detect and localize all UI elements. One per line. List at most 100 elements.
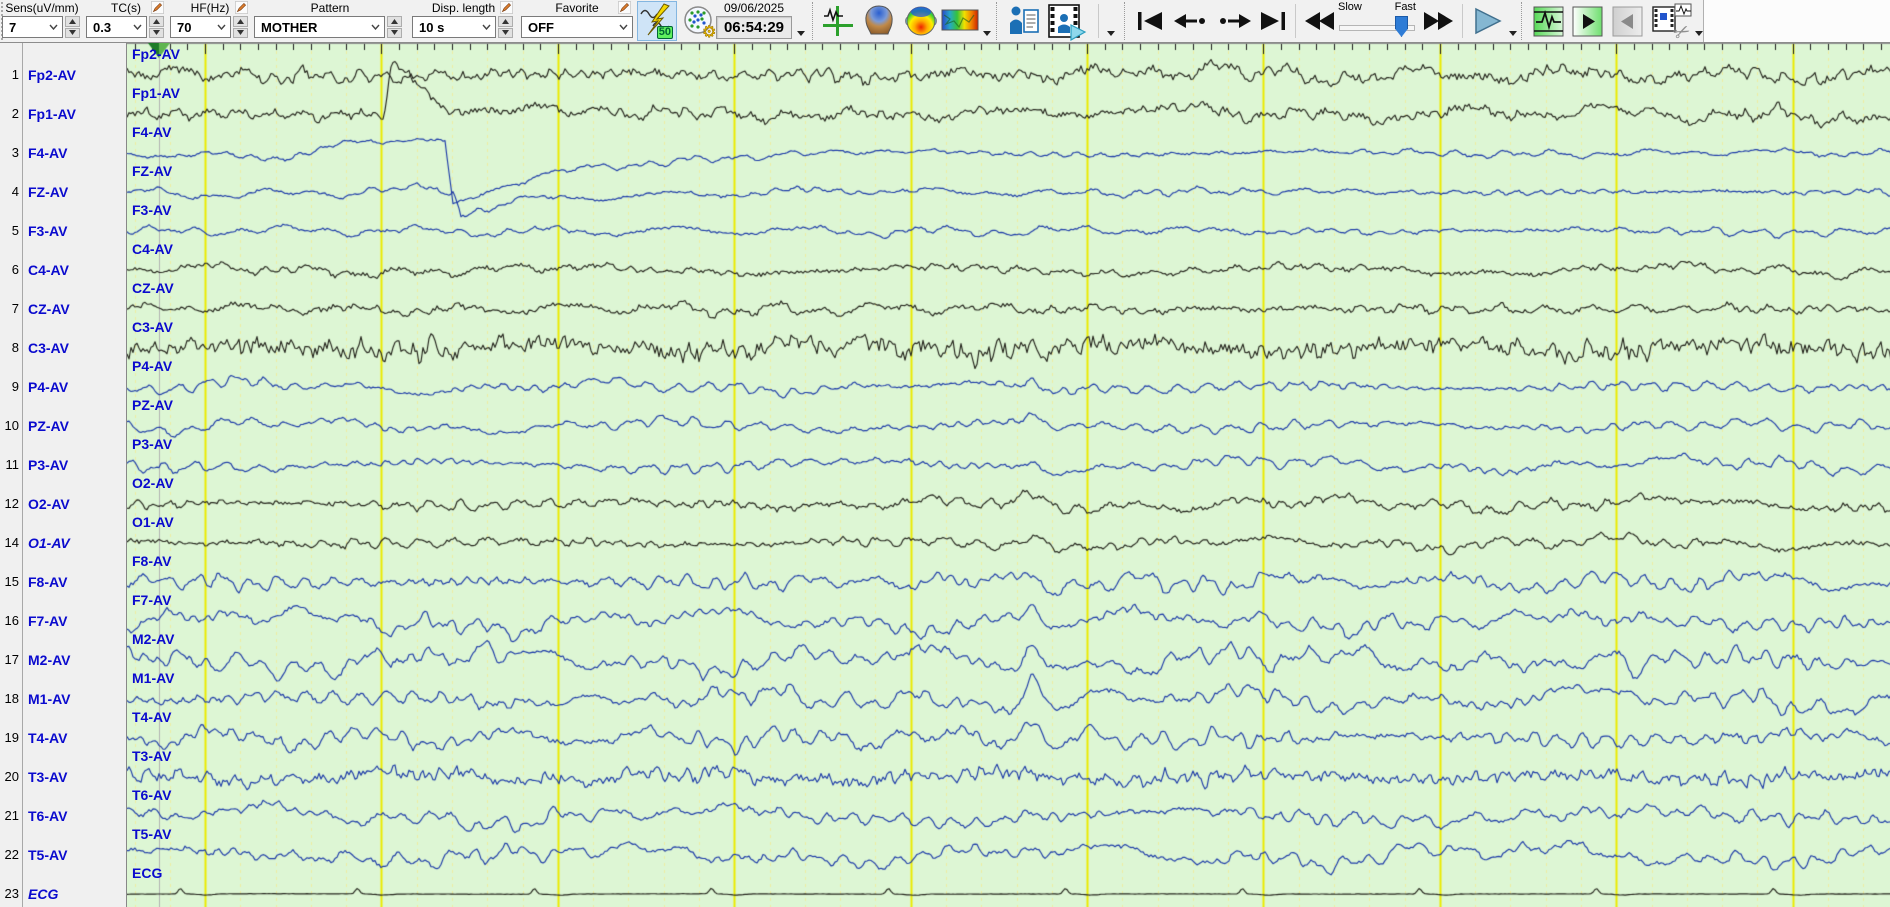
trace-label: FZ-AV <box>132 163 173 179</box>
topography-map-button[interactable] <box>902 3 940 39</box>
channel-row[interactable]: 20 T3-AV <box>0 767 126 787</box>
toolbar-separator <box>996 2 997 40</box>
channel-row[interactable]: 7 CZ-AV <box>0 299 126 319</box>
channel-row[interactable]: 11 P3-AV <box>0 455 126 475</box>
maps-more-arrow[interactable] <box>982 28 992 38</box>
sensitivity-spin-up[interactable] <box>65 16 80 27</box>
edit-pencil-icon[interactable] <box>500 1 513 17</box>
patient-info-button[interactable] <box>1006 3 1042 39</box>
display-length-select[interactable]: 10 s <box>412 16 496 38</box>
ac-filter-50hz-button[interactable]: 50 <box>637 1 677 41</box>
channel-row[interactable]: 8 C3-AV <box>0 338 126 358</box>
channel-row[interactable]: 12 O2-AV <box>0 494 126 514</box>
trace-label: T4-AV <box>132 709 172 725</box>
go-to-start-button[interactable] <box>1133 6 1167 36</box>
channel-row[interactable]: 10 PZ-AV <box>0 416 126 436</box>
channel-number: 21 <box>4 808 19 823</box>
display-length-spin-down[interactable] <box>498 27 513 38</box>
channel-label: T3-AV <box>28 769 68 785</box>
channel-row[interactable]: 1 Fp2-AV <box>0 65 126 85</box>
trace-label: F8-AV <box>132 553 172 569</box>
video-playback-button[interactable] <box>1044 2 1088 42</box>
go-to-end-button[interactable] <box>1256 6 1290 36</box>
pattern-select[interactable]: MOTHER <box>254 16 385 38</box>
trace-label: PZ-AV <box>132 397 173 413</box>
trace-label: F4-AV <box>132 124 172 140</box>
hf-control: HF(Hz) 70 <box>170 1 250 38</box>
datetime-display: 09/06/2025 06:54:29 <box>716 1 792 39</box>
hf-spin-up[interactable] <box>233 16 248 27</box>
edit-pencil-icon[interactable] <box>618 1 631 17</box>
channel-row[interactable]: 18 M1-AV <box>0 689 126 709</box>
channel-number: 14 <box>4 535 19 550</box>
datetime-more-arrow[interactable] <box>796 28 806 38</box>
sensitivity-select[interactable]: 7 <box>2 16 63 38</box>
channel-row[interactable]: 15 F8-AV <box>0 572 126 592</box>
channel-label: T6-AV <box>28 808 68 824</box>
channel-label: F3-AV <box>28 223 68 239</box>
hf-spin-down[interactable] <box>233 27 248 38</box>
favorite-label: Favorite <box>521 1 633 15</box>
toolbar-separator <box>1295 4 1296 38</box>
channel-label: O2-AV <box>28 496 70 512</box>
pattern-spin-up[interactable] <box>387 16 402 27</box>
play-from-here-button[interactable] <box>1571 5 1604 38</box>
tc-spin-down[interactable] <box>149 27 164 38</box>
head-3d-map-button[interactable] <box>860 3 898 39</box>
channel-row[interactable]: 9 P4-AV <box>0 377 126 397</box>
tc-control: TC(s) 0.3 <box>86 1 166 38</box>
sensitivity-spin-down[interactable] <box>65 27 80 38</box>
channel-row[interactable]: 23 ECG <box>0 884 126 904</box>
toolbar-separator <box>812 2 813 40</box>
hf-select[interactable]: 70 <box>170 16 231 38</box>
play-button[interactable] <box>1470 4 1506 38</box>
channel-row[interactable]: 3 F4-AV <box>0 143 126 163</box>
channel-number: 20 <box>4 769 19 784</box>
edit-pencil-icon[interactable] <box>151 1 164 17</box>
channel-row[interactable]: 4 FZ-AV <box>0 182 126 202</box>
waveform-measure-button[interactable] <box>820 3 856 39</box>
page-forward-button[interactable] <box>1215 6 1253 36</box>
trace-label: O1-AV <box>132 514 174 530</box>
display-length-spin-up[interactable] <box>498 16 513 27</box>
play-more-arrow[interactable] <box>1508 28 1518 38</box>
favorite-select[interactable]: OFF <box>521 16 633 38</box>
channel-number: 16 <box>4 613 19 628</box>
channel-row[interactable]: 22 T5-AV <box>0 845 126 865</box>
play-backward-button[interactable] <box>1611 5 1644 38</box>
page-back-button[interactable] <box>1172 6 1210 36</box>
video-clip-cut-button[interactable]: ✂ <box>1650 2 1694 46</box>
review-waveform-button[interactable] <box>1532 5 1565 38</box>
trace-label: P3-AV <box>132 436 173 452</box>
fast-forward-button[interactable] <box>1420 6 1456 36</box>
channel-row[interactable]: 21 T6-AV <box>0 806 126 826</box>
channel-label: M2-AV <box>28 652 71 668</box>
trace-label: CZ-AV <box>132 280 174 296</box>
electrode-map-button[interactable]: ⚙ <box>681 3 717 41</box>
rewind-button[interactable] <box>1302 6 1338 36</box>
edit-pencil-icon[interactable] <box>235 1 248 17</box>
channel-number: 11 <box>5 457 20 472</box>
channel-row[interactable]: 5 F3-AV <box>0 221 126 241</box>
channel-row[interactable]: 17 M2-AV <box>0 650 126 670</box>
channel-number: 23 <box>4 886 19 901</box>
tc-spin-up[interactable] <box>149 16 164 27</box>
video-more-arrow[interactable] <box>1106 28 1116 38</box>
dsa-trend-button[interactable] <box>940 8 980 34</box>
channel-row[interactable]: 14 O1-AV <box>0 533 126 553</box>
channel-number: 4 <box>11 184 19 199</box>
channel-row[interactable]: 16 F7-AV <box>0 611 126 631</box>
channel-row[interactable]: 19 T4-AV <box>0 728 126 748</box>
channel-number: 1 <box>11 67 19 82</box>
speed-slider-thumb[interactable] <box>1395 16 1408 37</box>
eeg-waveform-canvas[interactable] <box>127 43 1890 907</box>
trace-label: O2-AV <box>132 475 174 491</box>
channel-row[interactable]: 2 Fp1-AV <box>0 104 126 124</box>
pattern-spin-down[interactable] <box>387 27 402 38</box>
time-display[interactable]: 06:54:29 <box>716 16 792 39</box>
eeg-trace-area[interactable]: Fp2-AV Fp1-AV F4-AV FZ-AV F3-AV C4-AV CZ-AV C3-… <box>126 43 1890 907</box>
tc-select[interactable]: 0.3 <box>86 16 147 38</box>
channel-label: P4-AV <box>28 379 69 395</box>
channel-row[interactable]: 6 C4-AV <box>0 260 126 280</box>
toolbar-separator <box>1098 4 1099 38</box>
